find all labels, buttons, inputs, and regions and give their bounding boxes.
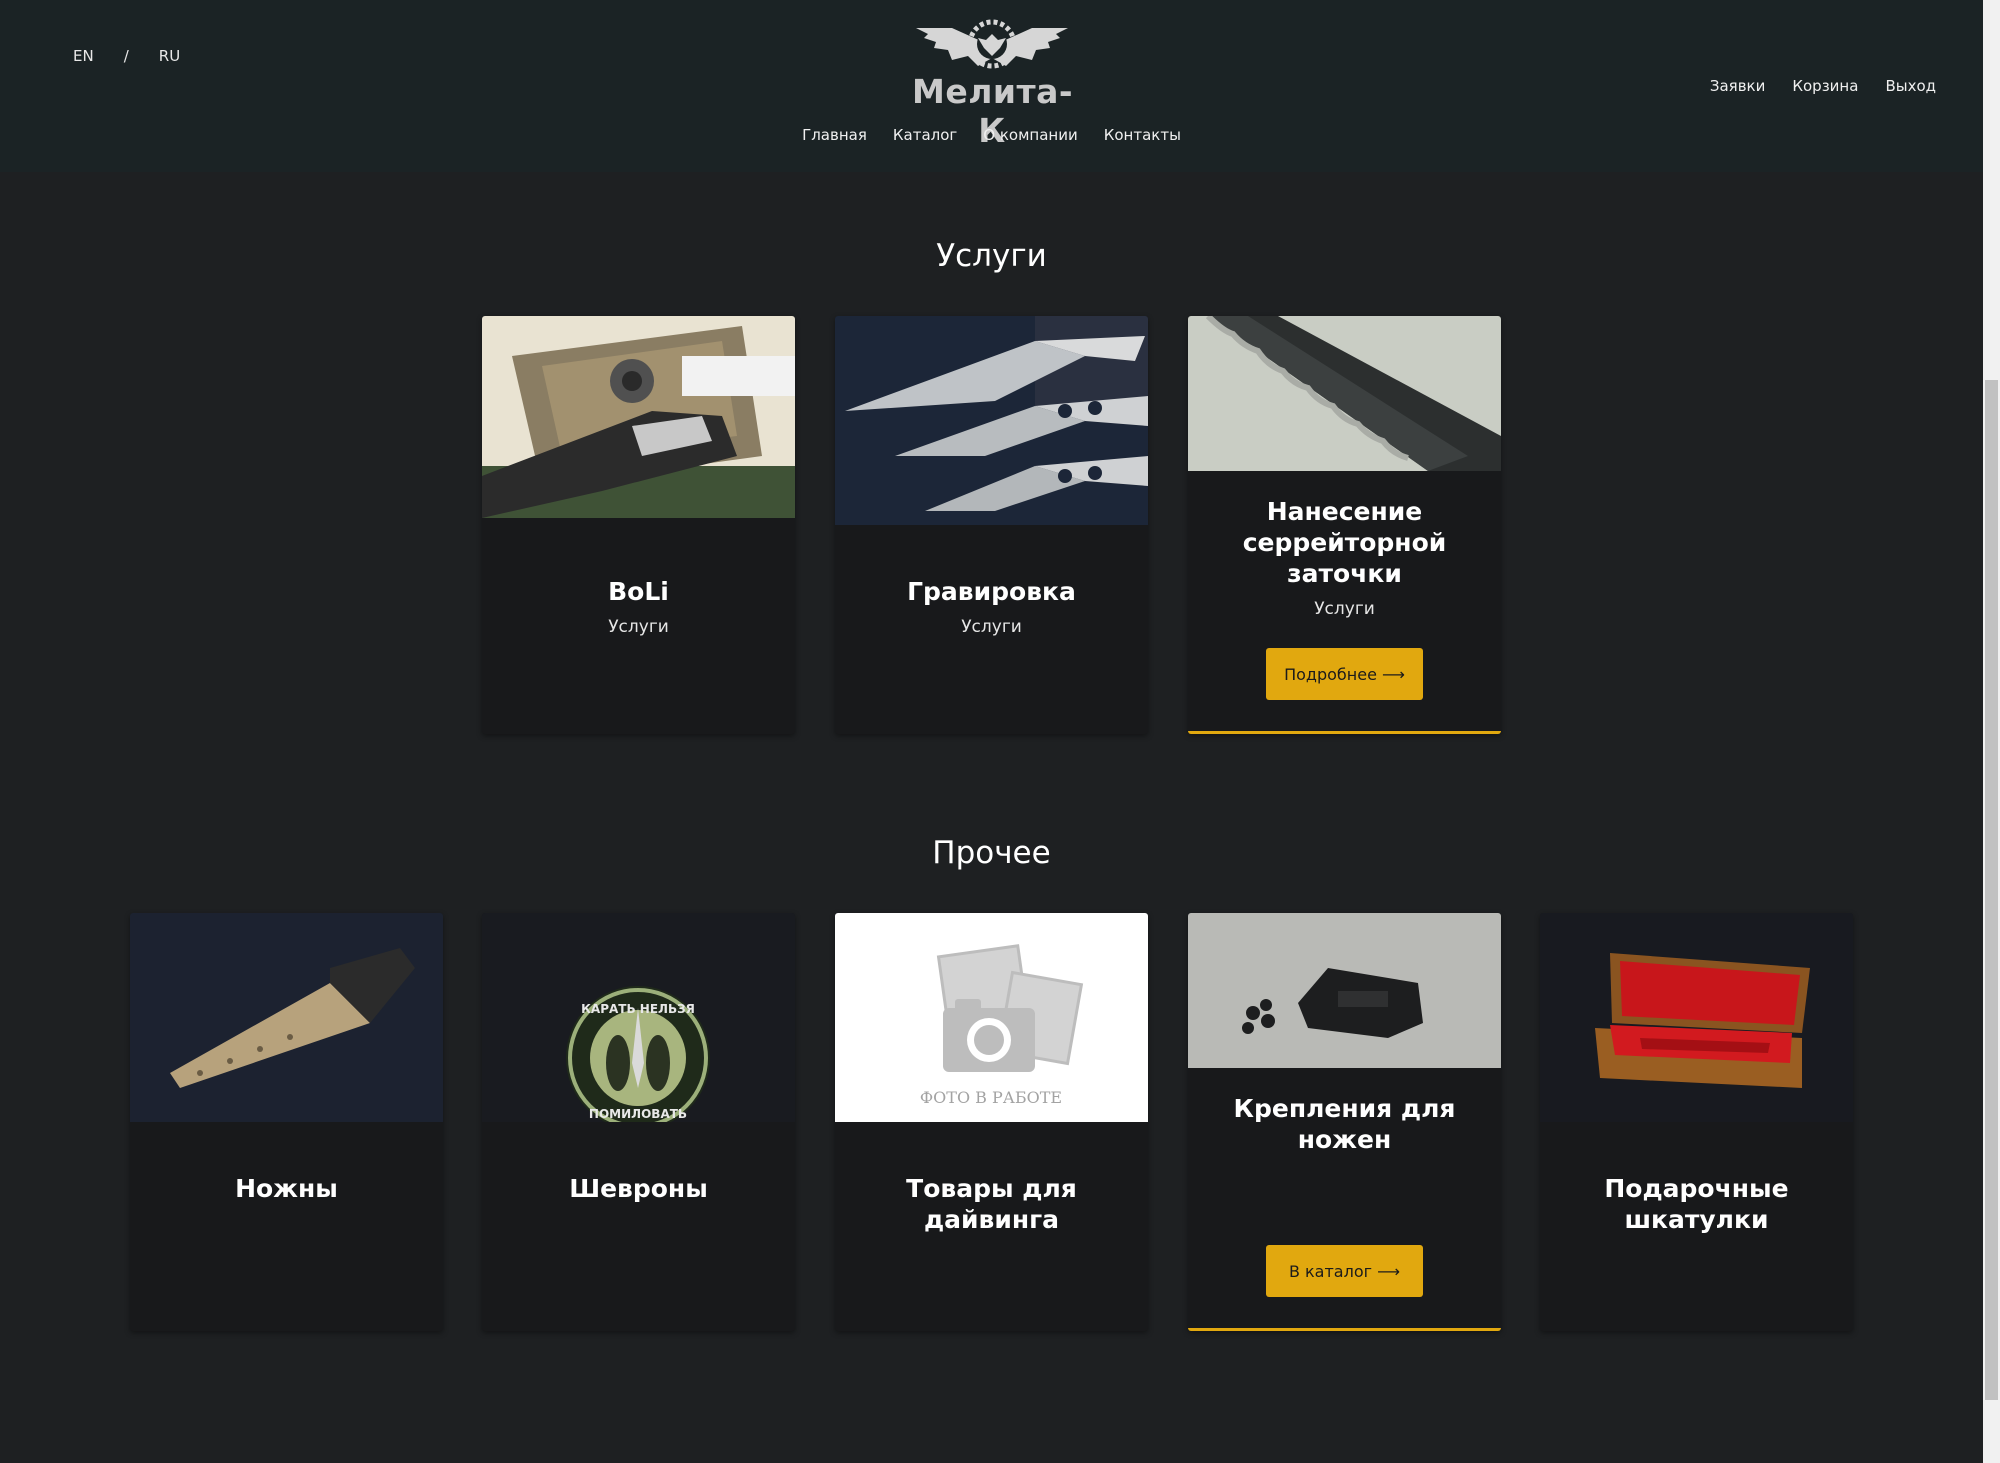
- card-title: BoLi: [608, 577, 669, 606]
- card-body: Нанесение серрейторной заточки Услуги: [1188, 496, 1501, 619]
- card-body: Ножны: [130, 1173, 443, 1204]
- more-details-button[interactable]: Подробнее ⟶: [1266, 648, 1423, 700]
- service-card-boli[interactable]: BoLi Услуги: [482, 316, 795, 734]
- card-subtitle: Услуги: [608, 617, 669, 637]
- card-body: Подарочные шкатулки: [1540, 1173, 1853, 1235]
- services-title: Услуги: [936, 238, 1047, 274]
- scrollbar-thumb[interactable]: [1985, 380, 1998, 1400]
- cart-link[interactable]: Корзина: [1792, 77, 1858, 95]
- patch-bottom-text: ПОМИЛОВАТЬ: [589, 1107, 687, 1121]
- card-title: Шевроны: [569, 1174, 708, 1203]
- nav-catalog[interactable]: Каталог: [893, 126, 957, 144]
- user-nav: Заявки Корзина Выход: [1710, 77, 1936, 95]
- other-card-mounts[interactable]: Крепления для ножен В каталог ⟶: [1188, 913, 1501, 1331]
- card-body: Гравировка Услуги: [835, 576, 1148, 637]
- to-catalog-button[interactable]: В каталог ⟶: [1266, 1245, 1423, 1297]
- card-title: Крепления для ножен: [1233, 1094, 1456, 1154]
- lang-en-link[interactable]: EN: [73, 47, 94, 65]
- card-body: Товары для дайвинга: [835, 1173, 1148, 1235]
- placeholder-text: ФОТО В РАБОТЕ: [920, 1088, 1062, 1107]
- boli-image: [482, 316, 795, 518]
- language-switcher: EN / RU: [73, 47, 180, 65]
- engraving-image: [835, 316, 1148, 525]
- site-header: EN / RU Мелита-К Главная Каталог О компа…: [0, 0, 1983, 172]
- nav-contacts[interactable]: Контакты: [1104, 126, 1181, 144]
- card-title: Товары для дайвинга: [906, 1174, 1077, 1234]
- service-card-engraving[interactable]: Гравировка Услуги: [835, 316, 1148, 734]
- service-card-serration[interactable]: Нанесение серрейторной заточки Услуги По…: [1188, 316, 1501, 734]
- bat-logo-icon: [916, 19, 1068, 69]
- other-card-sheaths[interactable]: Ножны: [130, 913, 443, 1331]
- gift-box-image: [1540, 913, 1853, 1122]
- card-title: Нанесение серрейторной заточки: [1242, 497, 1447, 588]
- requests-link[interactable]: Заявки: [1710, 77, 1765, 95]
- card-title: Подарочные шкатулки: [1604, 1174, 1789, 1234]
- card-title: Гравировка: [907, 577, 1076, 606]
- sheath-image: [130, 913, 443, 1122]
- page-scrollbar[interactable]: [1983, 0, 2000, 1463]
- other-card-patches[interactable]: КАРАТЬ НЕЛЬЗЯ ПОМИЛОВАТЬ Шевроны: [482, 913, 795, 1331]
- mounts-image: [1188, 913, 1501, 1068]
- card-body: Крепления для ножен: [1188, 1093, 1501, 1155]
- card-body: BoLi Услуги: [482, 576, 795, 637]
- lang-ru-link[interactable]: RU: [159, 47, 180, 65]
- patch-image: КАРАТЬ НЕЛЬЗЯ ПОМИЛОВАТЬ: [482, 913, 795, 1122]
- photo-placeholder-image: ФОТО В РАБОТЕ: [835, 913, 1148, 1122]
- other-title: Прочее: [932, 835, 1051, 871]
- other-card-gift-boxes[interactable]: Подарочные шкатулки: [1540, 913, 1853, 1331]
- card-title: Ножны: [235, 1174, 338, 1203]
- patch-top-text: КАРАТЬ НЕЛЬЗЯ: [581, 1002, 695, 1016]
- nav-about[interactable]: О компании: [983, 126, 1077, 144]
- main-nav: Главная Каталог О компании Контакты: [0, 126, 1983, 144]
- card-body: Шевроны: [482, 1173, 795, 1204]
- serration-image: [1188, 316, 1501, 471]
- logout-link[interactable]: Выход: [1885, 77, 1936, 95]
- other-card-diving[interactable]: ФОТО В РАБОТЕ Товары для дайвинга: [835, 913, 1148, 1331]
- card-subtitle: Услуги: [961, 617, 1022, 637]
- site-logo[interactable]: Мелита-К: [912, 16, 1073, 150]
- nav-home[interactable]: Главная: [802, 126, 867, 144]
- lang-separator: /: [123, 47, 129, 65]
- card-subtitle: Услуги: [1314, 599, 1375, 619]
